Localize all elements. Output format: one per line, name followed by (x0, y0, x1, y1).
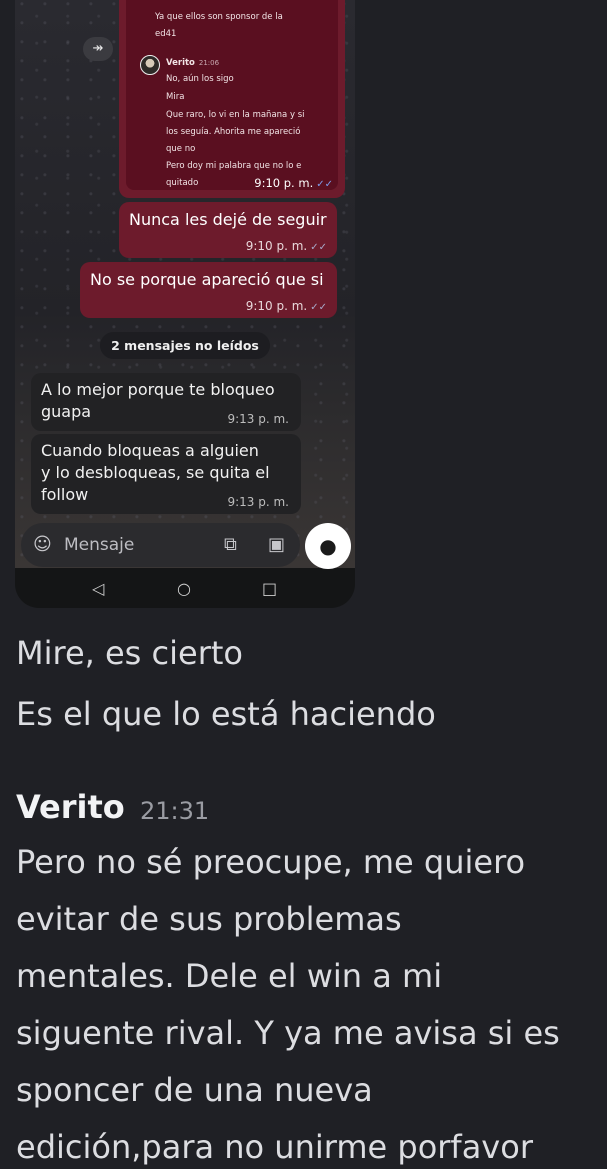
message-line: Cuando bloqueas a alguien (41, 441, 259, 460)
unread-messages-divider: 2 mensajes no leídos (100, 332, 270, 359)
quoted-message: Ya que ellos son sponsor de la ed41 Veri… (126, 0, 338, 190)
chat-message-line: Es el que lo está haciendo (16, 695, 436, 733)
quoted-author-time: 21:06 (198, 59, 220, 67)
chat-message-line: edición,para no unirme porfavor (16, 1128, 533, 1166)
message-author[interactable]: Verito (16, 788, 125, 826)
nav-back-icon[interactable]: ◁ (92, 579, 104, 598)
nav-recents-icon[interactable]: □ (262, 579, 277, 598)
incoming-message[interactable]: Cuando bloqueas a alguien y lo desbloque… (31, 434, 301, 514)
quoted-line: Ya que ellos son sponsor de la (155, 12, 283, 22)
outgoing-message[interactable]: No se porque apareció que si 9:10 p. m. ✓… (80, 262, 337, 318)
quoted-line: Que raro, lo vi en la mañana y si (166, 110, 305, 120)
quoted-author: Verito (166, 58, 195, 68)
double-check-icon: ✓✓ (310, 302, 327, 313)
message-time: 9:10 p. m. (245, 239, 308, 253)
message-line: A lo mejor porque te bloqueo (41, 380, 275, 399)
message-input-bar[interactable]: ☺ Mensaje ⧉ ▣ (21, 523, 300, 567)
mic-icon[interactable]: ● (305, 523, 351, 569)
chat-message-line: siguente rival. Y ya me avisa si es (16, 1014, 560, 1052)
embedded-chat-screenshot: ↠ Ya que ellos son sponsor de la ed41 Ve… (15, 0, 355, 608)
message-time: 9:13 p. m. (227, 412, 289, 426)
message-line: y lo desbloqueas, se quita el (41, 463, 270, 482)
chat-message-line: Mire, es cierto (16, 634, 243, 672)
quoted-line: que no (166, 144, 196, 154)
outgoing-message[interactable]: Nunca les dejé de seguir 9:10 p. m. ✓✓ (119, 202, 337, 258)
message-text: No se porque apareció que si (90, 270, 324, 289)
message-meta: 9:10 p. m. ✓✓ (254, 176, 333, 190)
quoted-line: ed41 (155, 29, 177, 39)
chat-message-line: evitar de sus problemas (16, 900, 402, 938)
message-meta: 9:10 p. m. ✓✓ (246, 239, 327, 253)
camera-icon[interactable]: ▣ (268, 534, 285, 555)
message-time: 9:10 p. m. (245, 299, 308, 313)
forward-icon[interactable]: ↠ (83, 37, 113, 61)
android-nav-bar: ◁ ○ □ (15, 574, 355, 608)
message-meta: 9:10 p. m. ✓✓ (246, 299, 327, 313)
chat-message-line: sponcer de una nueva (16, 1071, 373, 1109)
quoted-line: Pero doy mi palabra que no lo e (166, 161, 302, 171)
incoming-message[interactable]: A lo mejor porque te bloqueo guapa 9:13 … (31, 373, 301, 431)
nav-home-icon[interactable]: ○ (177, 579, 191, 598)
message-time: 9:10 p. m. (254, 176, 314, 190)
message-input-placeholder[interactable]: Mensaje (64, 535, 134, 555)
message-timestamp: 21:31 (140, 797, 210, 825)
paperclip-icon[interactable]: ⧉ (224, 534, 237, 555)
message-time: 9:13 p. m. (227, 495, 289, 509)
quoted-line: los seguía. Ahorita me apareció (166, 127, 301, 137)
quoted-author-row: Verito 21:06 (166, 55, 219, 72)
double-check-icon: ✓✓ (310, 242, 327, 253)
quoted-line: quitado (166, 178, 199, 188)
quoted-line: Mira (166, 92, 185, 102)
chat-message-line: Pero no sé preocupe, me quiero (16, 843, 526, 881)
chat-message-line: mentales. Dele el win a mi (16, 957, 443, 995)
message-text: Nunca les dejé de seguir (129, 210, 327, 229)
quoted-line: No, aún los sigo (166, 74, 234, 84)
forwarded-message-bubble: Ya que ellos son sponsor de la ed41 Veri… (119, 0, 345, 198)
avatar (140, 55, 160, 75)
sticker-icon[interactable]: ☺ (33, 534, 52, 555)
double-check-icon: ✓✓ (316, 179, 333, 190)
